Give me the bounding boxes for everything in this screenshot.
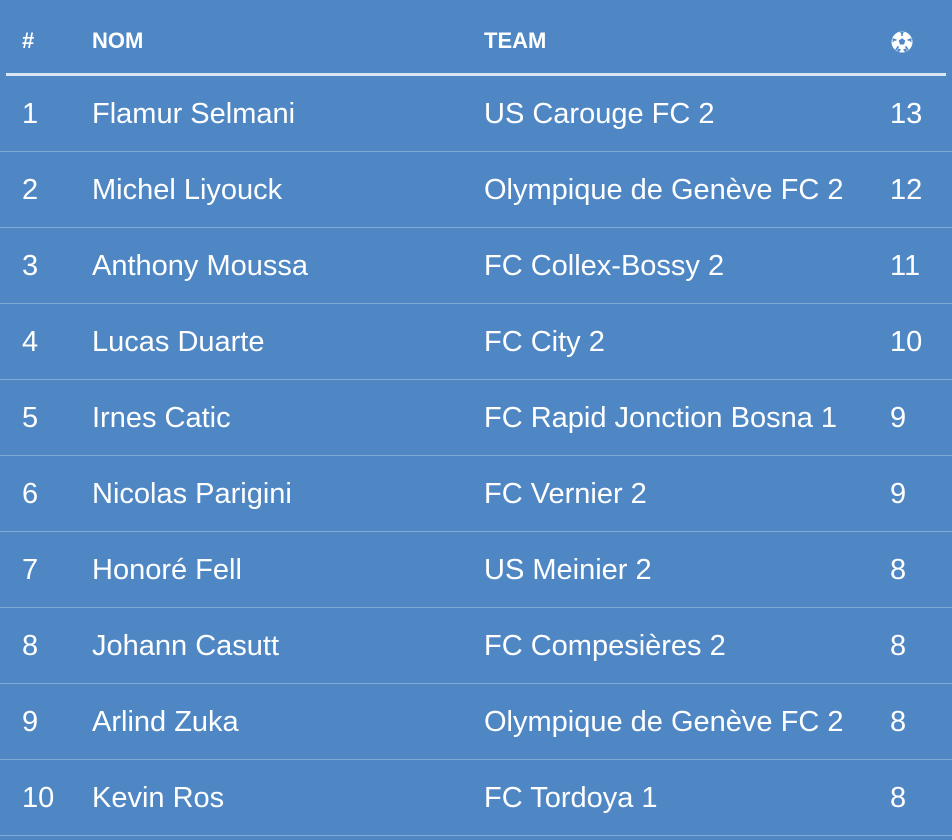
player-name-cell: Lucas Duarte (92, 326, 265, 358)
rank-cell: 8 (22, 630, 39, 662)
header-rank[interactable]: # (22, 28, 34, 54)
rank-cell: 6 (22, 478, 39, 510)
table-header: # NOM TEAM (0, 0, 952, 76)
team-cell: FC City 2 (484, 326, 605, 358)
player-name-cell: Nicolas Parigini (92, 478, 292, 510)
table-row[interactable]: 5 Irnes Catic FC Rapid Jonction Bosna 1 9 (0, 380, 952, 456)
player-name-cell: Anthony Moussa (92, 250, 309, 282)
table-row[interactable]: 9 Arlind Zuka Olympique de Genève FC 2 8 (0, 684, 952, 760)
rank-cell: 4 (22, 326, 39, 358)
goals-cell: 9 (890, 478, 907, 510)
player-name-cell: Michel Liyouck (92, 174, 283, 206)
team-cell: FC Tordoya 1 (484, 782, 658, 814)
table-row[interactable]: 6 Nicolas Parigini FC Vernier 2 9 (0, 456, 952, 532)
table-row[interactable]: 10 Kevin Ros FC Tordoya 1 8 (0, 760, 952, 836)
goals-cell: 11 (890, 250, 921, 282)
table-row[interactable]: 8 Johann Casutt FC Compesières 2 8 (0, 608, 952, 684)
table-row[interactable]: 2 Michel Liyouck Olympique de Genève FC 2 1… (0, 152, 952, 228)
goals-cell: 8 (890, 630, 907, 662)
rank-cell: 7 (22, 554, 39, 586)
team-cell: US Meinier 2 (484, 554, 652, 586)
player-name-cell: Irnes Catic (92, 402, 231, 434)
player-name-cell: Flamur Selmani (92, 98, 296, 130)
goals-cell: 8 (890, 554, 907, 586)
header-name[interactable]: NOM (92, 28, 143, 54)
table-row[interactable]: 1 Flamur Selmani US Carouge FC 2 13 (0, 76, 952, 152)
table-row[interactable]: 3 Anthony Moussa FC Collex-Bossy 2 11 (0, 228, 952, 304)
team-cell: FC Compesières 2 (484, 630, 726, 662)
rank-cell: 10 (22, 782, 55, 814)
rank-cell: 5 (22, 402, 39, 434)
team-cell: Olympique de Genève FC 2 (484, 174, 844, 206)
player-name-cell: Arlind Zuka (92, 706, 239, 738)
team-cell: US Carouge FC 2 (484, 98, 715, 130)
goals-cell: 13 (890, 98, 923, 130)
goals-cell: 8 (890, 706, 907, 738)
goals-cell: 9 (890, 402, 907, 434)
goals-cell: 8 (890, 782, 907, 814)
soccer-ball-icon[interactable] (890, 30, 914, 54)
rank-cell: 2 (22, 174, 39, 206)
goals-cell: 10 (890, 326, 923, 358)
table-body: 1 Flamur Selmani US Carouge FC 2 13 2 Michel … (0, 76, 952, 836)
table-row[interactable]: 7 Honoré Fell US Meinier 2 8 (0, 532, 952, 608)
rank-cell: 9 (22, 706, 39, 738)
header-team[interactable]: TEAM (484, 28, 546, 54)
team-cell: FC Rapid Jonction Bosna 1 (484, 402, 838, 434)
rank-cell: 1 (22, 98, 39, 130)
team-cell: FC Collex-Bossy 2 (484, 250, 725, 282)
goals-cell: 12 (890, 174, 923, 206)
player-name-cell: Honoré Fell (92, 554, 242, 586)
team-cell: FC Vernier 2 (484, 478, 647, 510)
player-name-cell: Kevin Ros (92, 782, 225, 814)
team-cell: Olympique de Genève FC 2 (484, 706, 844, 738)
rank-cell: 3 (22, 250, 39, 282)
player-name-cell: Johann Casutt (92, 630, 280, 662)
table-row[interactable]: 4 Lucas Duarte FC City 2 10 (0, 304, 952, 380)
scorers-table: # NOM TEAM 1 Flamur Selmani US Carouge FC … (0, 0, 952, 836)
